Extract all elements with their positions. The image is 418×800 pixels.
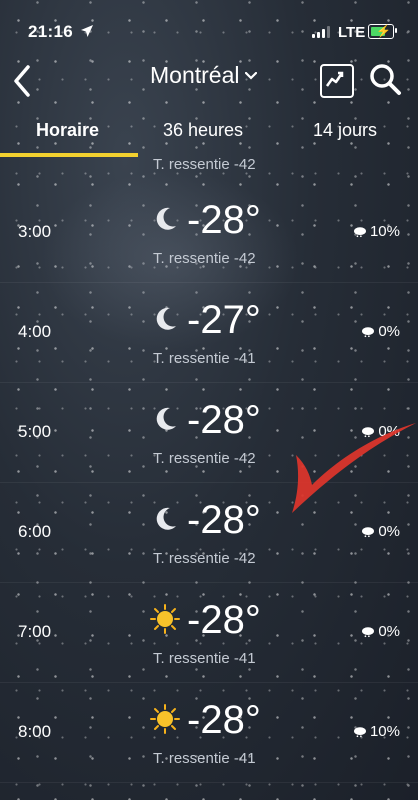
hour-row-3-00[interactable]: 3:00 -28° T. ressentie -42 10% — [0, 182, 418, 283]
battery-tip — [395, 28, 397, 33]
feels-like: T. ressentie -41 — [153, 350, 256, 367]
hour-label: 3:00 — [18, 222, 52, 241]
precipitation: 10% — [353, 223, 400, 240]
hour-row-5-00[interactable]: 5:00 -28° T. ressentie -42 0% — [0, 382, 418, 483]
temperature: -28° — [187, 398, 261, 442]
hour-row-8-00[interactable]: 8:00 -28° T. ressentie -41 10% — [0, 682, 418, 783]
temperature: -28° — [187, 698, 261, 742]
tab-horaire[interactable]: Horaire — [36, 120, 99, 141]
precip-value: 0% — [378, 623, 400, 640]
precip-value: 10% — [369, 223, 400, 240]
tab-14-jours[interactable]: 14 jours — [313, 120, 377, 141]
precip-value: 0% — [378, 523, 400, 540]
moon-icon — [156, 207, 176, 230]
hour-row-4-00[interactable]: 4:00 -27° T. ressentie -41 0% — [0, 282, 418, 383]
precipitation: 0% — [361, 623, 400, 640]
sun-icon — [150, 704, 180, 734]
precipitation: 10% — [353, 723, 400, 740]
city-name: Montréal — [150, 62, 240, 88]
snow-cloud-icon — [362, 426, 375, 437]
search-icon[interactable] — [368, 62, 402, 96]
back-chevron-icon[interactable] — [12, 64, 32, 98]
chevron-down-icon — [245, 71, 258, 80]
temperature: -28° — [187, 598, 261, 642]
moon-icon — [156, 407, 176, 430]
battery-icon: ⚡ — [368, 24, 394, 39]
status-time: 21:16 — [28, 22, 73, 41]
moon-icon — [156, 507, 176, 530]
snow-cloud-icon — [362, 626, 375, 637]
partial-feels-like: T. ressentie -42 — [153, 156, 256, 173]
graph-button[interactable] — [320, 64, 354, 98]
hour-row-6-00[interactable]: 6:00 -28° T. ressentie -42 0% — [0, 482, 418, 583]
hourly-forecast-list[interactable]: T. ressentie -42 3:00 -28° T. ressentie … — [0, 156, 418, 800]
city-selector[interactable]: Montréal — [150, 62, 258, 89]
location-arrow-icon — [81, 25, 93, 37]
temperature: -28° — [187, 498, 261, 542]
hour-label: 4:00 — [18, 322, 52, 341]
tab-bar: Horaire 36 heures 14 jours — [0, 110, 418, 157]
moon-icon — [156, 307, 176, 330]
feels-like: T. ressentie -42 — [153, 250, 256, 267]
snow-cloud-icon — [362, 326, 375, 337]
snow-cloud-icon — [353, 226, 366, 237]
tab-36-heures[interactable]: 36 heures — [163, 120, 243, 141]
snow-cloud-icon — [353, 726, 366, 737]
snow-cloud-icon — [362, 526, 375, 537]
cellular-signal-icon — [312, 26, 332, 38]
precipitation: 0% — [361, 423, 400, 440]
precipitation: 0% — [361, 323, 400, 340]
feels-like: T. ressentie -42 — [153, 450, 256, 467]
sun-icon — [150, 604, 180, 634]
status-bar: 21:16 LTE ⚡ — [0, 0, 418, 60]
feels-like: T. ressentie -41 — [153, 650, 256, 667]
hour-row-7-00[interactable]: 7:00 -28° T. ressentie -41 0% — [0, 582, 418, 683]
trend-graph-icon — [325, 71, 343, 87]
hour-label: 8:00 — [18, 722, 52, 741]
precip-value: 0% — [378, 423, 400, 440]
hour-label: 6:00 — [18, 522, 52, 541]
temperature: -28° — [187, 198, 261, 242]
hour-label: 7:00 — [18, 622, 52, 641]
hour-label: 5:00 — [18, 422, 52, 441]
feels-like: T. ressentie -42 — [153, 550, 256, 567]
precip-value: 0% — [378, 323, 400, 340]
feels-like: T. ressentie -41 — [153, 750, 256, 767]
precip-value: 10% — [369, 723, 400, 740]
precipitation: 0% — [361, 523, 400, 540]
network-type: LTE — [338, 24, 366, 41]
temperature: -27° — [187, 298, 261, 342]
